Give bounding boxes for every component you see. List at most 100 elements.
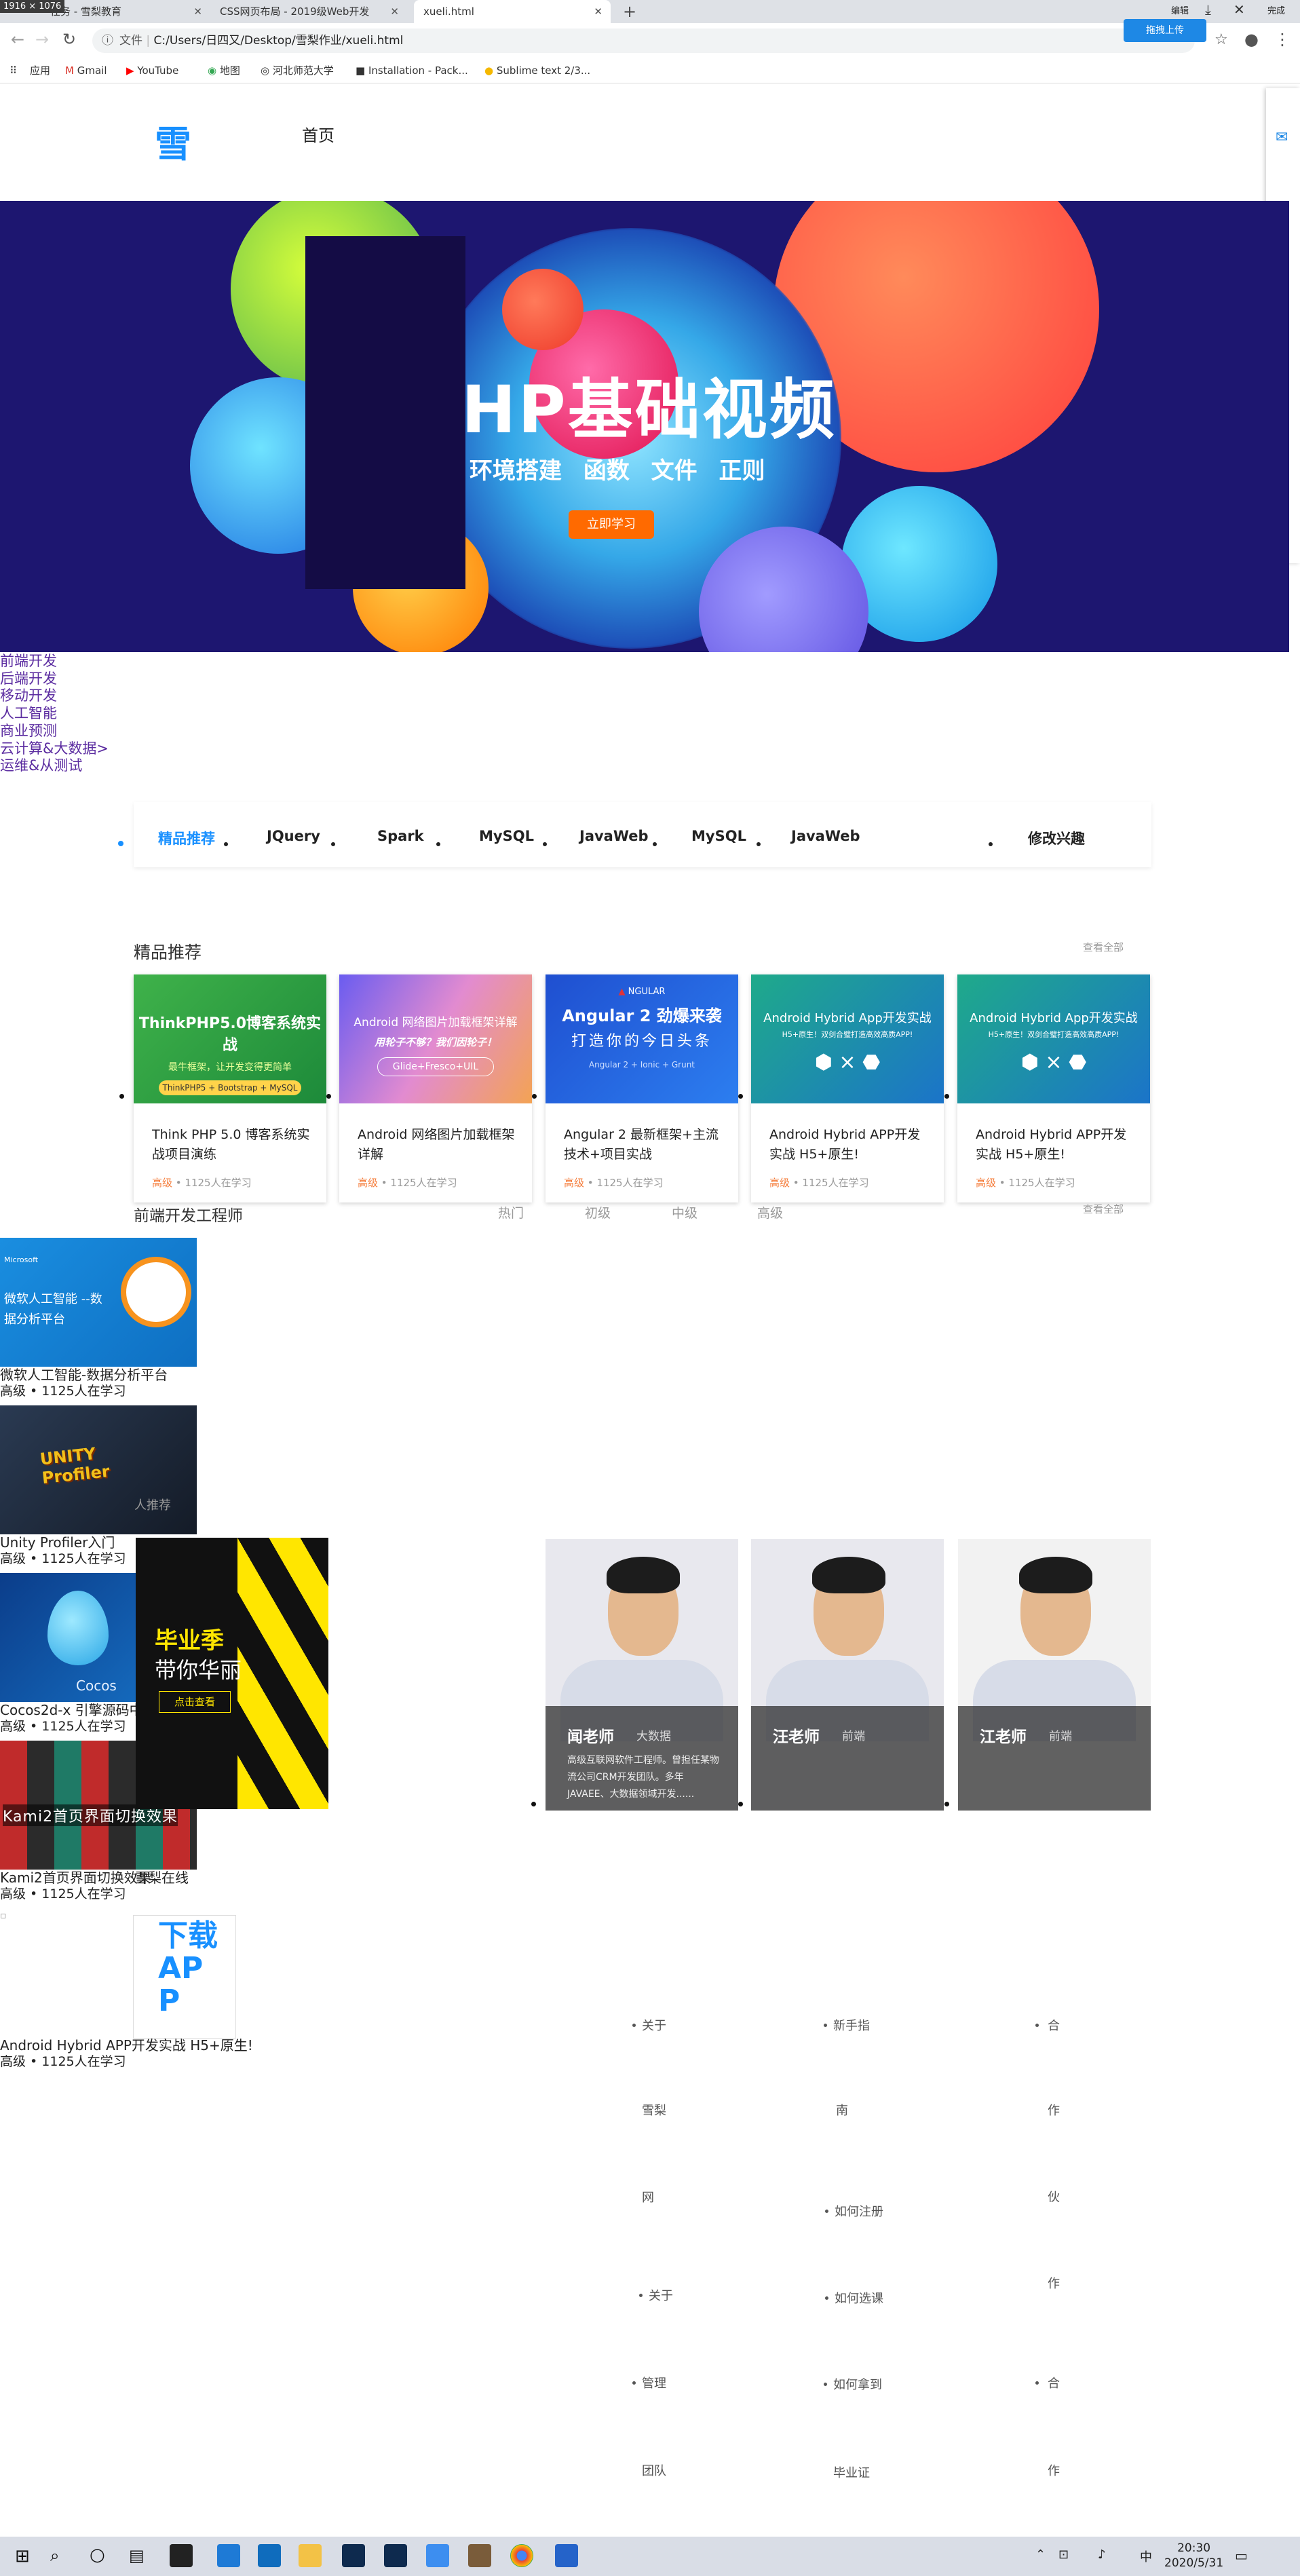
tab-css-layout[interactable]: CSS网页布局 - 2019级Web开发 ✕ — [210, 0, 407, 23]
category-item[interactable]: 人工智能 — [0, 705, 109, 723]
filter-spark[interactable]: Spark — [377, 828, 424, 844]
address-bar[interactable]: ⓘ 文件 | C:/Users/日四又/Desktop/雪梨作业/xueli.h… — [92, 29, 1195, 53]
apps-icon[interactable]: ⠿ — [9, 58, 17, 83]
bookmark-apps[interactable]: 应用 — [30, 58, 50, 83]
course-item[interactable]: Microsoft 微软人工智能 --数据分析平台 微软人工智能-数据分析平台 … — [0, 1238, 197, 1399]
ime-indicator[interactable]: 中 — [1140, 2547, 1152, 2565]
bookmark-gmail[interactable]: M Gmail — [65, 58, 107, 83]
star-icon[interactable]: ☆ — [1215, 31, 1228, 48]
filter-mysql[interactable]: MySQL — [479, 828, 534, 844]
category-item[interactable]: 移动开发 — [0, 687, 109, 705]
hero-banner[interactable]: HP基础视频 环境搭建 函数 文件 正则 立即学习 — [0, 201, 1289, 652]
edge-icon[interactable] — [217, 2544, 240, 2567]
info-icon: ⓘ — [102, 34, 113, 48]
filter-javaweb[interactable]: JavaWeb — [579, 828, 649, 844]
filter-recommended[interactable]: 精品推荐 — [158, 828, 215, 848]
network-icon[interactable]: ⊡ — [1058, 2547, 1069, 2562]
footer-dot — [824, 2383, 827, 2386]
nav-home-link[interactable]: 首页 — [302, 122, 334, 146]
search-icon[interactable]: ⌕ — [50, 2546, 59, 2565]
footer-link[interactable]: 如何注册 — [835, 2202, 883, 2220]
bookmark-maps[interactable]: ◉ 地图 — [208, 58, 240, 83]
footer-link[interactable]: 管理 — [642, 2374, 666, 2391]
tray-chevron-icon[interactable]: ⌃ — [1035, 2547, 1046, 2562]
filter-jquery[interactable]: JQuery — [267, 828, 320, 844]
mail-app-icon[interactable] — [258, 2544, 281, 2567]
close-icon[interactable]: ✕ — [594, 0, 603, 23]
course-card[interactable]: Android Hybrid App开发实战 H5+原生！双剑合璧打造高效高质A… — [957, 974, 1150, 1202]
close-window-icon[interactable]: ✕ — [1234, 1, 1245, 18]
edit-button[interactable]: 编辑 — [1171, 3, 1189, 16]
tab-intermediate[interactable]: 中级 — [672, 1203, 697, 1221]
app-icon[interactable] — [555, 2544, 578, 2567]
windows-start-icon[interactable]: ⊞ — [15, 2546, 30, 2566]
featured-see-all[interactable]: 查看全部 — [1083, 940, 1124, 954]
chrome-icon[interactable] — [510, 2544, 533, 2567]
new-tab-button[interactable]: + — [623, 0, 636, 23]
learn-now-button[interactable]: 立即学习 — [569, 510, 654, 539]
photoshop-icon-2[interactable] — [384, 2544, 407, 2567]
task-view-icon[interactable]: ▤ — [129, 2546, 145, 2565]
bookmark-hebtu[interactable]: ◎ 河北师范大学 — [261, 58, 334, 83]
filter-javaweb-2[interactable]: JavaWeb — [791, 828, 860, 844]
footer-link[interactable]: 合 — [1048, 2374, 1060, 2391]
course-card[interactable]: ThinkPHP5.0博客系统实战 最牛框架，让开发变得更简单 ThinkPHP… — [134, 974, 326, 1202]
back-icon[interactable]: ← — [11, 30, 24, 49]
category-item[interactable]: 云计算&大数据> — [0, 740, 109, 758]
category-item[interactable]: 商业预测 — [0, 723, 109, 740]
edit-interest-button[interactable]: 修改兴趣 — [1028, 828, 1085, 848]
teacher-card[interactable]: 闻老师 大数据 高级互联网软件工程师。曾担任某物流公司CRM开发团队。多年JAV… — [546, 1539, 738, 1811]
bookmark-sublime[interactable]: ● Sublime text 2/3... — [484, 58, 590, 83]
course-card[interactable]: ▲ NGULAR Angular 2 劲爆来袭 打造你的今日头条 Angular… — [546, 974, 738, 1202]
system-clock[interactable]: 20:30 2020/5/31 — [1164, 2541, 1223, 2571]
footer-link[interactable]: 合 — [1048, 2016, 1060, 2034]
bookmark-youtube[interactable]: ▶ YouTube — [126, 58, 178, 83]
tab-xueli-task[interactable]: 任务 - 雪梨教育 ✕ — [41, 0, 210, 23]
upload-button[interactable]: 拖拽上传 — [1124, 19, 1206, 42]
reload-icon[interactable]: ↻ — [62, 30, 76, 49]
tab-hot[interactable]: 热门 — [498, 1203, 524, 1221]
forward-icon[interactable]: → — [35, 30, 49, 49]
tab-advanced[interactable]: 高级 — [757, 1203, 783, 1221]
app-icon[interactable] — [426, 2544, 449, 2567]
download-icon[interactable]: ⤓ — [1205, 1, 1211, 18]
app-icon[interactable] — [468, 2544, 491, 2567]
menu-icon[interactable]: ⋮ — [1274, 30, 1291, 49]
tab-beginner[interactable]: 初级 — [585, 1203, 611, 1221]
cortana-icon[interactable]: ○ — [90, 2545, 105, 2565]
profile-icon[interactable]: ● — [1244, 30, 1259, 49]
done-button[interactable]: 完成 — [1267, 3, 1285, 16]
footer-link[interactable]: 如何拿到 — [833, 2375, 882, 2393]
close-icon[interactable]: ✕ — [390, 0, 399, 23]
footer-dot — [1035, 2381, 1039, 2385]
footer-link[interactable]: 如何选课 — [835, 2289, 883, 2307]
footer-link[interactable]: 新手指 — [833, 2016, 870, 2034]
close-icon[interactable]: ✕ — [193, 0, 202, 23]
bookmark-installation[interactable]: ■ Installation - Pack... — [356, 58, 468, 83]
course-cover: ▲ NGULAR Angular 2 劲爆来袭 打造你的今日头条 Angular… — [546, 974, 738, 1103]
category-item[interactable]: 运维&从测试 — [0, 757, 109, 775]
course-card[interactable]: Android Hybrid App开发实战 H5+原生！双剑合璧打造高效高质A… — [751, 974, 944, 1202]
app-icon[interactable] — [170, 2544, 193, 2567]
promo-button[interactable]: 点击查看 — [159, 1691, 231, 1713]
teacher-card[interactable]: 江老师 前端 — [958, 1539, 1151, 1811]
upload-label: 拖拽上传 — [1146, 25, 1184, 36]
footer-link[interactable]: 关于 — [642, 2016, 666, 2034]
notification-icon[interactable]: ▭ — [1235, 2547, 1248, 2564]
explorer-icon[interactable] — [299, 2544, 322, 2567]
volume-icon[interactable]: ♪ — [1098, 2547, 1106, 2562]
filter-mysql-2[interactable]: MySQL — [691, 828, 746, 844]
course-card[interactable]: Android 网络图片加载框架详解 用轮子不够？我们因轮子！ Glide+Fr… — [339, 974, 532, 1202]
footer-link[interactable]: 关于 — [649, 2286, 673, 2304]
category-item[interactable]: 后端开发 — [0, 670, 109, 688]
graduation-promo[interactable]: 毕业季 带你华丽 点击查看 — [136, 1538, 328, 1809]
photoshop-icon[interactable] — [342, 2544, 365, 2567]
teacher-name: 闻老师 — [567, 1728, 614, 1746]
site-logo[interactable]: 雪 — [155, 114, 191, 168]
app-download-box[interactable]: 下载APP — [133, 1915, 236, 2039]
teacher-card[interactable]: 汪老师 前端 — [751, 1539, 944, 1811]
frontend-see-all[interactable]: 查看全部 — [1083, 1202, 1124, 1216]
tab-xueli-html[interactable]: xueli.html ✕ — [414, 0, 611, 23]
category-item[interactable]: 前端开发 — [0, 653, 109, 670]
mail-icon[interactable]: ✉ — [1276, 129, 1288, 146]
